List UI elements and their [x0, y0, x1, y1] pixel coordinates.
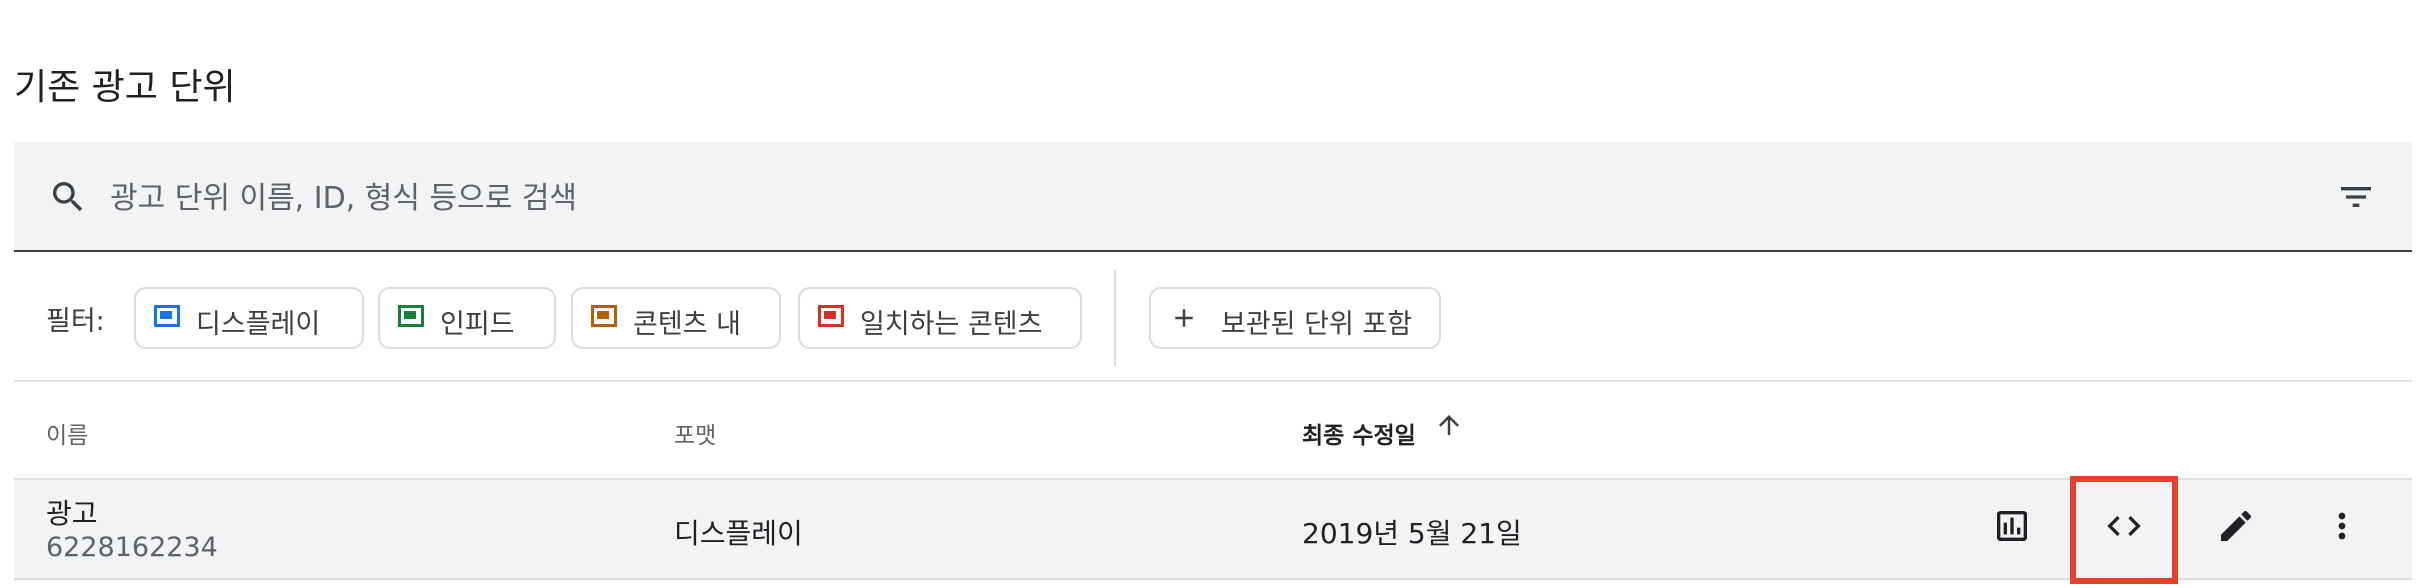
table-row[interactable]: 광고 6228162234 디스플레이 2019년 5월 21일	[14, 480, 2412, 580]
column-header-last-modified[interactable]: 최종 수정일	[1302, 416, 1416, 450]
matched-content-icon	[818, 305, 844, 327]
ad-unit-id: 6228162234	[46, 532, 218, 563]
bar-chart-icon[interactable]	[1980, 494, 2044, 558]
chip-label: 콘텐츠 내	[633, 309, 741, 340]
column-header-format[interactable]: 포맷	[674, 416, 716, 450]
column-header-name[interactable]: 이름	[46, 416, 88, 450]
more-vert-icon[interactable]	[2310, 494, 2374, 558]
include-archived-button[interactable]: 보관된 단위 포함	[1149, 287, 1441, 349]
in-article-icon	[591, 305, 617, 327]
chip-label: 인피드	[440, 309, 515, 340]
edit-pencil-icon[interactable]	[2204, 494, 2268, 558]
code-icon[interactable]	[2092, 494, 2156, 558]
ad-unit-name[interactable]: 광고	[46, 492, 98, 532]
page-title: 기존 광고 단위	[14, 67, 236, 108]
sort-arrow-up-icon[interactable]	[1434, 410, 1464, 440]
search-input[interactable]	[108, 176, 2192, 220]
filter-chip-display[interactable]: 디스플레이	[134, 287, 364, 349]
plus-icon	[1169, 303, 1199, 333]
filter-row: 필터: 디스플레이 인피드 콘텐츠 내 일치하는 콘텐츠 보관된 단위 포함	[14, 252, 2412, 382]
filter-divider	[1114, 270, 1116, 366]
display-icon	[154, 305, 180, 327]
chip-label: 보관된 단위 포함	[1221, 309, 1413, 340]
chip-label: 디스플레이	[196, 309, 321, 340]
infeed-icon	[398, 305, 424, 327]
search-bar	[14, 142, 2412, 252]
chip-label: 일치하는 콘텐츠	[860, 309, 1043, 340]
search-icon	[48, 177, 88, 217]
filter-chip-matched-content[interactable]: 일치하는 콘텐츠	[798, 287, 1082, 349]
filter-chip-in-article[interactable]: 콘텐츠 내	[571, 287, 781, 349]
filter-list-icon[interactable]	[2336, 177, 2376, 217]
ad-unit-last-modified: 2019년 5월 21일	[1302, 517, 1522, 550]
table-header: 이름 포맷 최종 수정일	[14, 382, 2412, 480]
filter-label: 필터:	[46, 306, 105, 337]
filter-chip-infeed[interactable]: 인피드	[378, 287, 556, 349]
ad-unit-format: 디스플레이	[674, 517, 803, 550]
